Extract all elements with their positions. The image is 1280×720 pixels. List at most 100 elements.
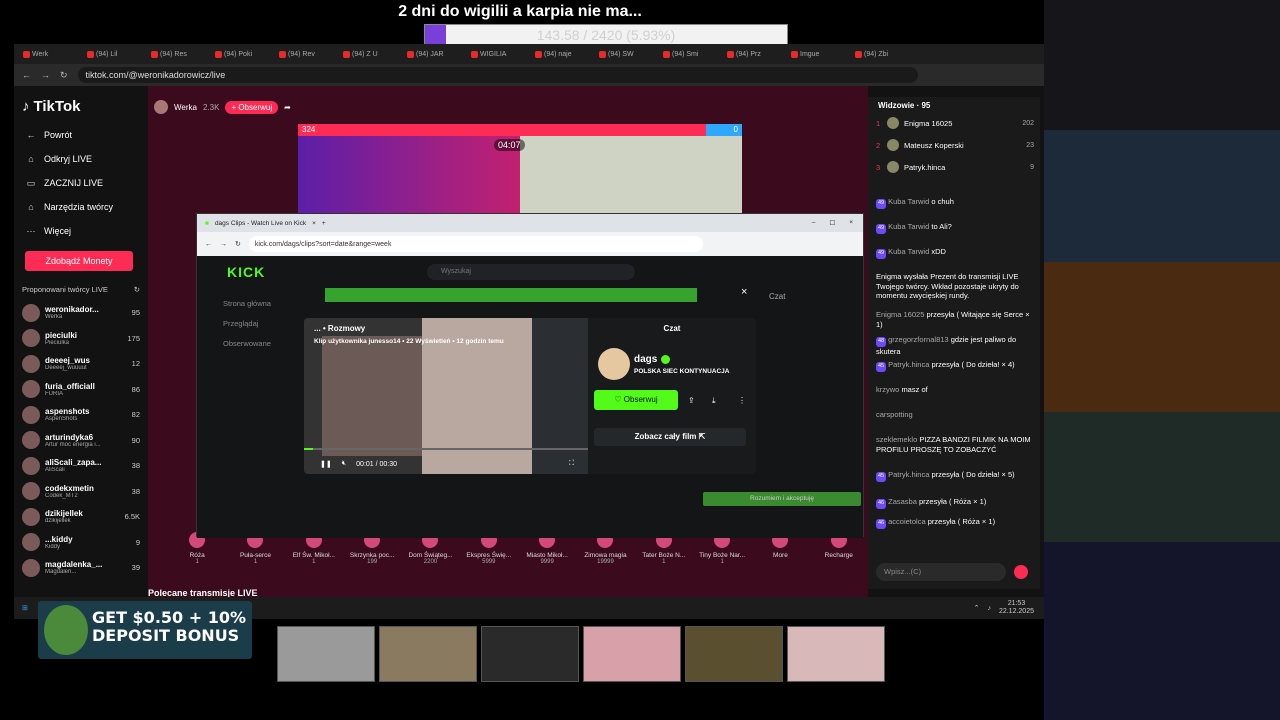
forward-icon[interactable]: → [220, 241, 227, 248]
gift-item[interactable]: More [751, 532, 809, 594]
creator-item[interactable]: pieciulki Pieciulka 175 [22, 326, 140, 352]
top-viewer-row[interactable]: 3 Patryk.hinca 9 [876, 161, 1034, 173]
streamer-name[interactable]: Werka [174, 103, 197, 112]
tiktok-nav-item[interactable]: ⋯ Więcej [22, 219, 140, 243]
browser-tab[interactable]: (94) Poki [212, 47, 272, 61]
thumbnail[interactable] [583, 626, 681, 682]
creator-item[interactable]: codekxmetin Codek_MT2 38 [22, 479, 140, 505]
gift-item[interactable]: Dom Świąteg... 2200 [401, 532, 459, 594]
back-icon[interactable]: ← [22, 70, 31, 80]
avatar[interactable] [598, 348, 630, 380]
avatar[interactable] [154, 100, 168, 114]
browser-tab[interactable]: (94) Rev [276, 47, 336, 61]
kick-sidebar-item[interactable]: Strona główna [197, 294, 297, 314]
tiktok-logo[interactable]: ♪ TikTok [22, 98, 140, 115]
creator-item[interactable]: dzikijellek dzikijellek 6.5K [22, 504, 140, 530]
reload-icon[interactable]: ↻ [60, 70, 68, 81]
close-tab-icon[interactable]: × [312, 220, 316, 227]
chat-username[interactable]: krzywo [876, 385, 899, 394]
thumbnail[interactable] [379, 626, 477, 682]
chevron-up-icon[interactable]: ⌃ [974, 604, 980, 612]
windows-start-icon[interactable]: ⊞ [22, 604, 28, 612]
channel-name[interactable]: dags [634, 354, 671, 365]
heart-icon[interactable] [1014, 565, 1028, 579]
kick-address-field[interactable]: kick.com/dags/clips?sort=date&range=week [248, 236, 703, 252]
kick-logo[interactable]: KICK [227, 264, 265, 280]
share-icon[interactable]: ➦ [284, 103, 291, 112]
gift-item[interactable]: Tiny Boże Nar... 1 [693, 532, 751, 594]
close-modal-icon[interactable]: × [741, 286, 747, 298]
chat-username[interactable]: Kuba Tarwid [888, 247, 929, 256]
gift-item[interactable]: Tater Boże N... 1 [635, 532, 693, 594]
clip-video[interactable]: ... • Rozmowy Klip użytkownika junesso14… [304, 318, 588, 474]
chat-username[interactable]: grzegorzfornal813 [888, 335, 948, 344]
thumbnail[interactable] [787, 626, 885, 682]
back-icon[interactable]: ← [205, 241, 212, 248]
kick-tab[interactable]: ■ dags Clips - Watch Live on Kick × + – … [197, 214, 863, 232]
forward-icon[interactable]: → [41, 70, 50, 80]
more-icon[interactable]: ⋮ [738, 396, 746, 405]
download-icon[interactable]: ⤓ [712, 396, 716, 406]
browser-tab[interactable]: Imgue [788, 47, 848, 61]
get-coins-button[interactable]: Zdobądź Monety [25, 251, 133, 271]
refresh-icon[interactable]: ↻ [134, 285, 140, 294]
chat-username[interactable]: carspotting [876, 410, 913, 419]
tiktok-nav-item[interactable]: ⌂ Narzędzia twórcy [22, 195, 140, 219]
chat-username[interactable]: Kuba Tarwid [888, 197, 929, 206]
browser-tab[interactable]: Werk [20, 47, 80, 61]
creator-item[interactable]: magdalenka_... Magdalen... 39 [22, 555, 140, 581]
creator-item[interactable]: weronikador... Werka 95 [22, 300, 140, 326]
browser-tab[interactable]: (94) SW [596, 47, 656, 61]
browser-tab[interactable]: (94) Z U [340, 47, 400, 61]
chat-username[interactable]: Patryk.hinca [888, 470, 929, 479]
creator-item[interactable]: deeeej_wus Deeeej_wuuuut 12 [22, 351, 140, 377]
follow-button[interactable]: + Obserwuj [225, 100, 279, 114]
minimize-icon[interactable]: – [812, 219, 816, 227]
thumbnail[interactable] [481, 626, 579, 682]
thumbnail[interactable] [685, 626, 783, 682]
gift-item[interactable]: Miasto Mikoł... 9999 [518, 532, 576, 594]
browser-tab[interactable]: (94) Zbi [852, 47, 912, 61]
creator-item[interactable]: ...kiddy Kiddy 9 [22, 530, 140, 556]
chat-username[interactable]: Patryk.hinca [888, 360, 929, 369]
follow-button[interactable]: ♡ Obserwuj [594, 390, 678, 410]
tiktok-nav-item[interactable]: ⌂ Odkryj LIVE [22, 147, 140, 171]
new-tab-icon[interactable]: + [322, 220, 326, 227]
chat-username[interactable]: szeklemeklo [876, 435, 917, 444]
kick-search-input[interactable]: Wyszukaj [427, 264, 635, 280]
reload-icon[interactable]: ↻ [235, 240, 241, 248]
chat-username[interactable]: Enigma 16025 [876, 310, 924, 319]
close-icon[interactable]: × [849, 219, 853, 227]
top-viewer-row[interactable]: 1 Enigma 16025 202 [876, 117, 1034, 129]
gift-item[interactable]: Ekspres Świę... 5999 [460, 532, 518, 594]
clip-progress-bar[interactable] [304, 448, 588, 450]
tiktok-nav-item[interactable]: ← Powrót [22, 123, 140, 147]
browser-tab[interactable]: (94) Lil [84, 47, 144, 61]
browser-tab[interactable]: WIGILIA [468, 47, 528, 61]
volume-icon[interactable]: ♪ [987, 605, 991, 612]
share-icon[interactable]: ⇪ [688, 396, 695, 405]
creator-item[interactable]: furia_officiall FURIA 86 [22, 377, 140, 403]
creator-item[interactable]: aliScali_zapa... AliScali 38 [22, 453, 140, 479]
chat-input[interactable]: Wpisz...(C) [876, 563, 1006, 581]
top-viewer-row[interactable]: 2 Mateusz Koperski 23 [876, 139, 1034, 151]
gift-item[interactable]: Puła-serce 1 [226, 532, 284, 594]
chat-username[interactable]: Kuba Tarwid [888, 222, 929, 231]
maximize-icon[interactable]: ☐ [829, 219, 835, 227]
address-field[interactable]: tiktok.com/@weronikadorowicz/live [77, 67, 918, 83]
kick-sidebar-item[interactable]: Obserwowane [197, 334, 297, 354]
watch-full-button[interactable]: Zobacz cały film ⇱ [594, 428, 746, 446]
chat-username[interactable]: Zasasba [888, 497, 917, 506]
pause-icon[interactable]: ❚❚ [320, 460, 332, 468]
browser-tab[interactable]: (94) Smi [660, 47, 720, 61]
chat-username[interactable]: accoietolca [888, 517, 926, 526]
browser-tab[interactable]: (94) naje [532, 47, 592, 61]
browser-tab[interactable]: (94) Res [148, 47, 208, 61]
gift-item[interactable]: Róża 1 [168, 532, 226, 594]
creator-item[interactable]: aspenshots AspenShots 82 [22, 402, 140, 428]
browser-tab[interactable]: (94) Prz [724, 47, 784, 61]
gift-item[interactable]: Skrzynka poc... 199 [343, 532, 401, 594]
clock[interactable]: 21:53 22.12.2025 [999, 600, 1034, 616]
thumbnail[interactable] [277, 626, 375, 682]
gift-item[interactable]: Recharge [810, 532, 868, 594]
